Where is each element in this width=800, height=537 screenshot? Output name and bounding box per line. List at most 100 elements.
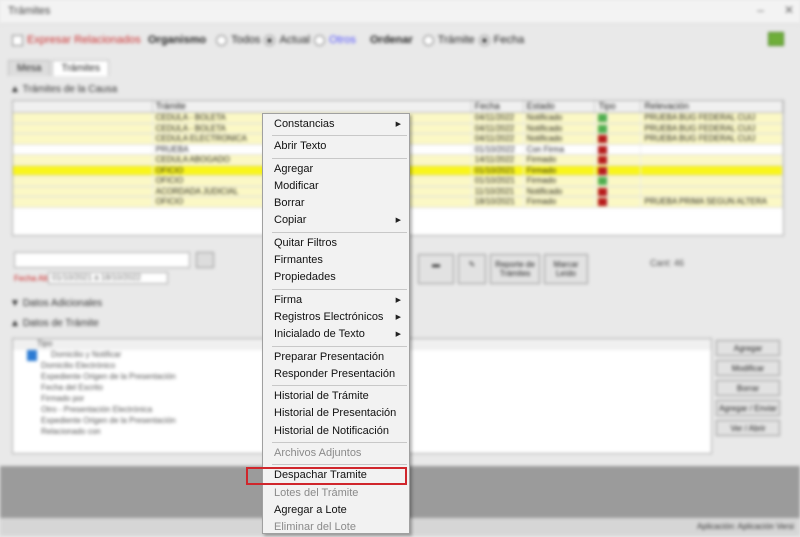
menu-item-label: Abrir Texto — [274, 140, 327, 153]
menu-item-despachar-tramite[interactable]: Despachar Tramite — [246, 467, 407, 485]
grid-col-relevacion[interactable]: Relevación — [641, 101, 783, 112]
cell-tipo — [595, 197, 642, 207]
fecha-alta-label: Fecha Alta — [14, 274, 52, 283]
cell-relevacion: PRUEBA BUG FEDERAL CUIJ — [641, 134, 783, 144]
footer-text: Aplicación: Aplicación Versi — [697, 522, 794, 531]
menu-item-inicialado-de-texto[interactable]: Inicialado de Texto ▶ — [263, 326, 409, 343]
organismo-label: Organismo — [148, 34, 207, 46]
menu-item-label: Agregar a Lote — [274, 503, 347, 516]
menu-item-preparar-presentacion[interactable]: Preparar Presentación — [263, 349, 409, 366]
menu-item-label: Propiedades — [274, 271, 336, 284]
ordenar-label: Ordenar — [370, 34, 413, 46]
org-option-label: Otros — [329, 34, 356, 46]
cell-tipo — [595, 155, 642, 165]
organismo-group: Organismo Todos Actual Otros — [148, 34, 356, 46]
tab-mesa[interactable]: Mesa — [8, 60, 51, 76]
menu-item-quitar-filtros[interactable]: Quitar Filtros — [263, 235, 409, 252]
fecha-alta-field[interactable]: 01/10/2021 a 18/10/2022 — [48, 272, 168, 284]
menu-item-label: Preparar Presentación — [274, 350, 385, 363]
menu-item-historial-de-notificacion[interactable]: Historial de Notificación — [263, 423, 409, 440]
cell-tipo — [595, 134, 642, 144]
ver-abrir-button[interactable]: Ver / Abrir — [716, 420, 780, 436]
section-top-header[interactable]: ▲ Trámites de la Causa — [10, 84, 790, 98]
menu-item-abrir-texto[interactable]: Abrir Texto — [263, 138, 409, 155]
menu-item-historial-de-tramite[interactable]: Historial de Trámite — [263, 388, 409, 405]
minimize-icon[interactable]: – — [757, 3, 764, 17]
borrar-button[interactable]: Borrar — [716, 380, 780, 396]
status-dot-icon — [598, 156, 609, 164]
menu-item-archivos-adjuntos: Archivos Adjuntos — [263, 445, 409, 462]
cell-tipo — [595, 113, 642, 123]
org-radio-actual[interactable] — [264, 34, 276, 46]
row-icons — [13, 165, 153, 175]
row-icons — [13, 155, 153, 165]
menu-item-historial-de-presentacion[interactable]: Historial de Presentación — [263, 405, 409, 422]
related-filter[interactable]: Expresar Relacionados — [12, 34, 141, 46]
row-icons — [13, 144, 153, 154]
cell-tipo — [595, 165, 642, 175]
ord-radio-tramite[interactable] — [422, 34, 434, 46]
cell-estado: Notificado — [524, 113, 596, 123]
menu-item-firma[interactable]: Firma ▶ — [263, 292, 409, 309]
window-controls: – ✕ — [757, 3, 794, 17]
grid-col-tramite[interactable]: Trámite — [153, 101, 472, 112]
search-input[interactable] — [14, 252, 190, 268]
toolbar-edit-button[interactable]: ✎ — [458, 254, 486, 284]
org-radio-otros[interactable] — [314, 34, 326, 46]
cell-fecha: 01/10/2022 — [472, 144, 524, 154]
grid-header-icons — [13, 101, 153, 112]
ord-option-label: Fecha — [493, 34, 525, 46]
menu-separator — [272, 288, 407, 290]
agregar-button[interactable]: Agregar — [716, 340, 780, 356]
row-icons — [13, 123, 153, 133]
menu-item-label: Modificar — [274, 179, 319, 192]
ordenar-group: Ordenar Trámite Fecha — [370, 34, 524, 46]
cell-estado: Firmado — [524, 176, 596, 186]
org-radio-todos[interactable] — [216, 34, 228, 46]
org-option-label: Todos — [231, 34, 261, 46]
menu-separator — [272, 442, 407, 444]
agregar-enviar-button[interactable]: Agregar / Enviar — [716, 400, 780, 416]
cell-tipo — [595, 123, 642, 133]
mark-read-button[interactable]: Marcar Leído — [544, 254, 588, 284]
status-dot-icon — [598, 114, 609, 122]
menu-item-label: Historial de Presentación — [274, 407, 397, 420]
menu-item-eliminar-del-lote: Eliminar del Lote — [263, 519, 409, 536]
status-dot-icon — [598, 145, 609, 154]
window-title: Trámites — [8, 5, 51, 17]
modificar-button[interactable]: Modificar — [716, 360, 780, 376]
search-button[interactable] — [196, 252, 214, 268]
cell-relevacion — [641, 186, 783, 196]
grid-col-fecha[interactable]: Fecha — [472, 101, 524, 112]
row-icons — [13, 113, 153, 123]
menu-item-propiedades[interactable]: Propiedades — [263, 269, 409, 286]
refresh-icon[interactable] — [768, 32, 784, 46]
related-checkbox[interactable] — [12, 34, 23, 46]
ord-option-label: Trámite — [437, 34, 475, 46]
menu-item-label: Historial de Notificación — [274, 424, 389, 437]
report-button[interactable]: Reporte de Trámites — [490, 254, 540, 284]
grid-col-tipo[interactable]: Tipo — [595, 101, 642, 112]
menu-item-label: Borrar — [274, 197, 305, 210]
status-dot-icon — [598, 187, 609, 196]
cell-estado: Notificado — [524, 134, 596, 144]
menu-item-agregar-a-lote[interactable]: Agregar a Lote — [263, 502, 409, 519]
section-bottom-label: Datos de Trámite — [22, 318, 99, 329]
cell-estado: Firmado — [524, 155, 596, 165]
ord-radio-fecha[interactable] — [478, 34, 490, 46]
menu-item-constancias[interactable]: Constancias ▶ — [263, 116, 409, 133]
grid-col-estado[interactable]: Estado — [524, 101, 596, 112]
menu-item-responder-presentacion[interactable]: Responder Presentación — [263, 366, 409, 383]
menu-item-modificar[interactable]: Modificar — [263, 178, 409, 195]
menu-separator — [272, 231, 407, 233]
toolbar-print-button[interactable]: ▬ — [418, 254, 454, 284]
menu-item-copiar[interactable]: Copiar ▶ — [263, 212, 409, 229]
menu-item-firmantes[interactable]: Firmantes — [263, 252, 409, 269]
menu-item-agregar[interactable]: Agregar — [263, 161, 409, 178]
cell-tipo — [595, 176, 642, 186]
tab-tramites[interactable]: Trámites — [52, 60, 109, 76]
menu-separator — [272, 464, 407, 466]
menu-item-borrar[interactable]: Borrar — [263, 195, 409, 212]
close-icon[interactable]: ✕ — [784, 3, 794, 17]
menu-item-registros-electronicos[interactable]: Registros Electrónicos ▶ — [263, 309, 409, 326]
